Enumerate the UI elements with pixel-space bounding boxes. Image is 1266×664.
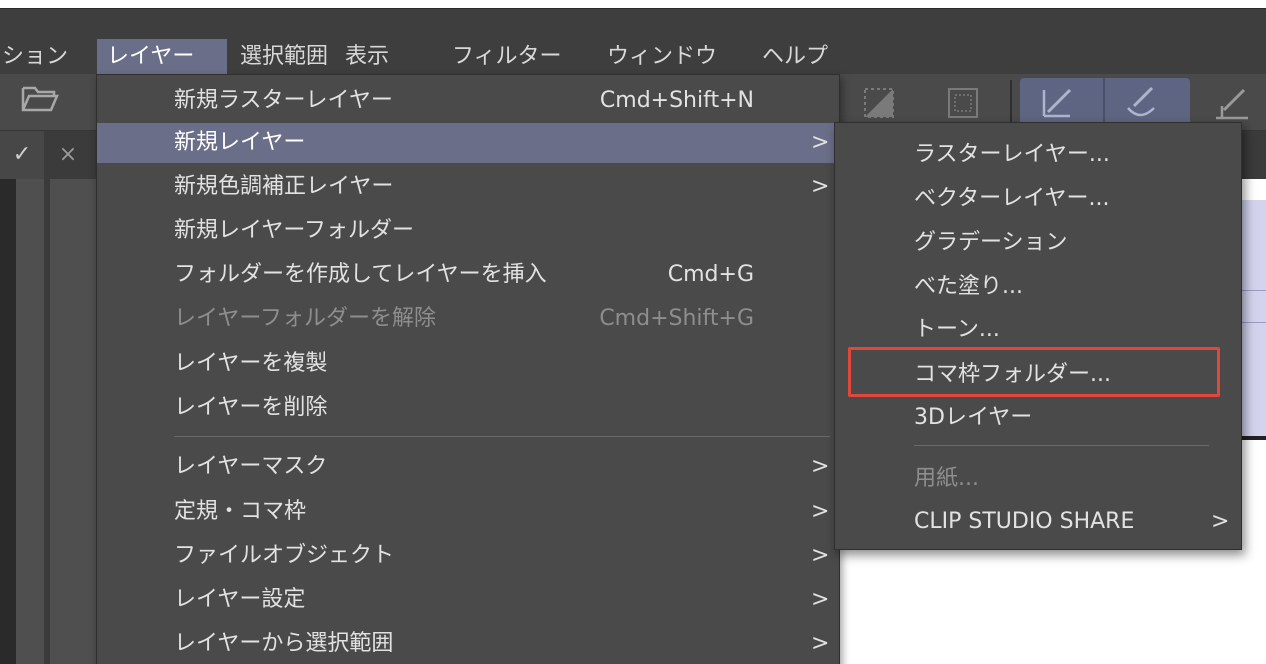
chevron-right-icon: > (811, 174, 830, 199)
canvas-page (1238, 200, 1266, 436)
menu-item-new-correction-layer[interactable]: 新規色調補正レイヤー > (97, 167, 839, 207)
menu-item-shortcut: Cmd+Shift+N (599, 88, 754, 113)
pen-mode-divider (1103, 78, 1105, 126)
menu-item-label: フォルダーを作成してレイヤーを挿入 (174, 262, 547, 287)
chevron-right-icon: > (811, 587, 830, 612)
new-layer-submenu: ラスターレイヤー... ベクターレイヤー... グラデーション べた塗り... … (834, 122, 1242, 550)
submenu-item-vector-layer[interactable]: ベクターレイヤー... (835, 179, 1241, 219)
submenu-item-label: ベクターレイヤー... (914, 186, 1110, 211)
submenu-item-label: 3Dレイヤー (914, 405, 1033, 430)
menu-item-label: 定規・コマ枠 (174, 499, 307, 524)
submenu-separator (914, 445, 1209, 446)
menu-separator (174, 436, 830, 437)
menu-item-label: レイヤーフォルダーを解除 (174, 306, 437, 331)
menu-item-ruler-frame[interactable]: 定規・コマ枠 > (97, 492, 839, 532)
open-folder-icon[interactable] (20, 82, 60, 126)
menu-item-label: レイヤー設定 (174, 587, 306, 612)
menu-item-file-object[interactable]: ファイルオブジェクト > (97, 536, 839, 576)
menu-item-label: レイヤーから選択範囲 (174, 631, 394, 656)
menu-animation[interactable]: ション (0, 39, 78, 75)
menu-item-label: 新規色調補正レイヤー (174, 174, 394, 199)
canvas-frame-border (1238, 436, 1266, 440)
menu-item-label: ファイルオブジェクト (174, 543, 395, 568)
chevron-right-icon: > (811, 499, 830, 524)
chevron-right-icon: > (811, 543, 830, 568)
toolbar-divider (1010, 80, 1012, 126)
menu-item-label: レイヤーマスク (174, 454, 328, 479)
menu-item-new-layer-folder[interactable]: 新規レイヤーフォルダー (97, 211, 839, 251)
submenu-item-paper: 用紙... (835, 459, 1241, 499)
menu-item-label: 新規ラスターレイヤー (174, 88, 393, 113)
menu-bar: ション レイヤー 選択範囲 表示 フィルター ウィンドウ ヘルプ (0, 8, 1266, 75)
close-icon[interactable]: × (44, 131, 92, 179)
layer-menu: 新規ラスターレイヤー Cmd+Shift+N 新規レイヤー > 新規色調補正レイ… (96, 74, 840, 664)
submenu-item-label: べた塗り... (914, 274, 1023, 299)
menu-item-new-raster-layer[interactable]: 新規ラスターレイヤー Cmd+Shift+N (97, 81, 839, 121)
canvas-frame-line (1238, 290, 1266, 291)
left-edge-strip (0, 179, 16, 664)
menu-item-label: 新規レイヤーフォルダー (174, 218, 415, 243)
menu-item-layer-settings[interactable]: レイヤー設定 > (97, 580, 839, 620)
chevron-right-icon: > (811, 631, 830, 656)
submenu-item-tone[interactable]: トーン... (835, 310, 1241, 350)
chevron-right-icon: > (1211, 509, 1230, 534)
menu-item-label: レイヤーを複製 (174, 351, 328, 376)
menu-layer[interactable]: レイヤー (97, 39, 227, 75)
menu-item-release-layer-folder: レイヤーフォルダーを解除 Cmd+Shift+G (97, 299, 839, 339)
menu-item-new-layer[interactable]: 新規レイヤー > (97, 123, 839, 163)
menu-item-duplicate-layer[interactable]: レイヤーを複製 (97, 344, 839, 384)
submenu-item-label: トーン... (914, 317, 1000, 342)
chevron-right-icon: > (811, 130, 830, 155)
menu-item-shortcut: Cmd+Shift+G (599, 306, 754, 331)
menu-item-layer-mask[interactable]: レイヤーマスク > (97, 447, 839, 487)
menu-item-shortcut: Cmd+G (667, 262, 754, 287)
menu-item-label: レイヤーを削除 (174, 395, 328, 420)
menu-item-label: 新規レイヤー (174, 130, 306, 155)
chevron-right-icon: > (811, 454, 830, 479)
submenu-item-clip-studio-share[interactable]: CLIP STUDIO SHARE > (835, 502, 1241, 542)
menu-item-selection-from-layer[interactable]: レイヤーから選択範囲 > (97, 624, 839, 664)
menu-help[interactable]: ヘルプ (752, 39, 838, 75)
submenu-item-3d-layer[interactable]: 3Dレイヤー (835, 398, 1241, 438)
submenu-item-label: 用紙... (914, 466, 979, 491)
menu-view[interactable]: 表示 (335, 39, 399, 75)
submenu-item-label: ラスターレイヤー... (914, 142, 1110, 167)
submenu-item-gradation[interactable]: グラデーション (835, 223, 1241, 263)
submenu-item-label: グラデーション (914, 230, 1068, 255)
app-window: ション レイヤー 選択範囲 表示 フィルター ウィンドウ ヘルプ ✓ × 新規ラ… (0, 0, 1266, 664)
menu-item-delete-layer[interactable]: レイヤーを削除 (97, 388, 839, 428)
menu-selection[interactable]: 選択範囲 (230, 39, 338, 75)
canvas-frame-line (1238, 322, 1266, 323)
menu-filter[interactable]: フィルター (442, 39, 572, 75)
submenu-item-label: CLIP STUDIO SHARE (914, 509, 1135, 534)
menu-window[interactable]: ウィンドウ (597, 39, 727, 75)
panel-divider (44, 179, 50, 664)
check-icon[interactable]: ✓ (0, 131, 44, 179)
submenu-item-fill[interactable]: べた塗り... (835, 267, 1241, 307)
menu-item-create-folder-insert[interactable]: フォルダーを作成してレイヤーを挿入 Cmd+G (97, 255, 839, 295)
annotation-highlight-box (848, 347, 1220, 397)
tool-panel (16, 179, 96, 664)
submenu-item-raster-layer[interactable]: ラスターレイヤー... (835, 135, 1241, 175)
